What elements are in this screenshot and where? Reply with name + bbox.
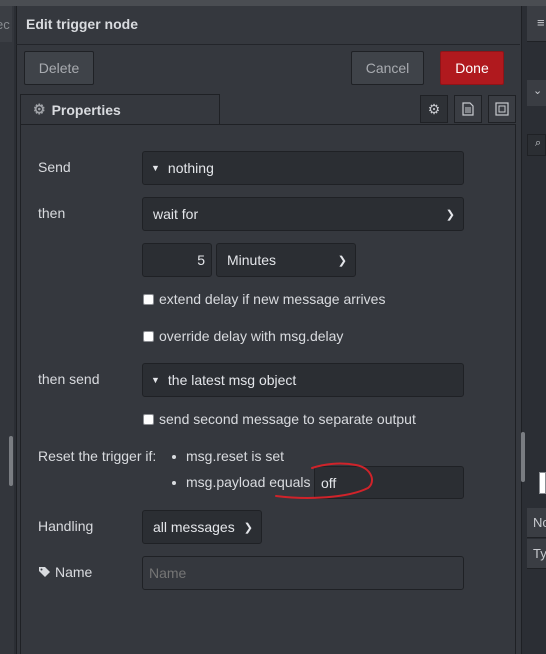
bullet	[172, 481, 176, 485]
gear-icon: ⚙	[33, 101, 46, 117]
tag-icon	[39, 567, 50, 577]
name-label: Name	[55, 564, 93, 580]
duration-input[interactable]: 5	[142, 243, 212, 277]
name-input[interactable]	[142, 556, 464, 590]
right-resize-handle[interactable]	[521, 432, 525, 482]
description-tab-document-icon[interactable]	[454, 95, 482, 123]
extend-delay-checkbox[interactable]	[143, 294, 154, 305]
send-value: nothing	[167, 160, 214, 176]
bullet	[172, 455, 176, 459]
tab-properties-label: Properties	[51, 101, 121, 118]
chevron-down-icon: ❯	[445, 208, 455, 221]
then-send-value: the latest msg object	[167, 372, 297, 388]
then-select[interactable]: wait for ❯	[142, 197, 464, 231]
list-icon: ≡	[537, 15, 545, 30]
handling-select[interactable]: all messages ❯	[142, 510, 262, 544]
sidebar-row: Ty	[527, 539, 546, 569]
sidebar-row: No	[527, 508, 546, 538]
caret-down-icon: ▼	[151, 375, 160, 385]
delete-button[interactable]: Delete	[24, 51, 94, 85]
done-button[interactable]: Done	[440, 51, 504, 85]
override-delay-label: override delay with msg.delay	[159, 328, 344, 344]
then-value: wait for	[153, 206, 199, 222]
left-resize-handle[interactable]	[9, 436, 13, 486]
then-send-label: then send	[38, 371, 100, 387]
name-label-group: Name	[38, 564, 92, 580]
chevron-down-icon: ❯	[337, 254, 347, 267]
duration-unit-select[interactable]: Minutes ❯	[216, 243, 356, 277]
second-output-checkbox[interactable]	[143, 414, 154, 425]
extend-delay-label: extend delay if new message arrives	[159, 291, 386, 307]
tab-properties[interactable]: ⚙ Properties	[20, 94, 220, 124]
handling-value: all messages	[153, 519, 235, 535]
search-icon: ⌕	[535, 137, 542, 149]
override-delay-checkbox[interactable]	[143, 331, 154, 342]
send-label: Send	[38, 159, 71, 175]
cancel-button[interactable]: Cancel	[351, 51, 424, 85]
sidebar-tab[interactable]: ≡	[527, 6, 546, 42]
left-workspace-edge	[0, 6, 14, 654]
chevron-down-icon: ❯	[243, 521, 253, 534]
second-output-label: send second message to separate output	[159, 411, 416, 427]
caret-down-icon: ▼	[151, 163, 160, 173]
send-type-dropdown[interactable]: ▼ nothing	[142, 151, 464, 185]
sidebar-dropdown-button[interactable]: ⌄	[527, 80, 546, 106]
then-send-dropdown[interactable]: ▼ the latest msg object	[142, 363, 464, 397]
title-divider	[16, 44, 520, 45]
left-workspace-tab[interactable]: ec	[0, 6, 12, 42]
settings-tab-gear-icon[interactable]: ⚙	[420, 95, 448, 123]
handling-label: Handling	[38, 518, 94, 534]
sidebar-checkbox[interactable]	[539, 472, 546, 494]
appearance-tab-frame-icon[interactable]	[488, 95, 516, 123]
chevron-down-icon: ⌄	[533, 85, 543, 97]
sidebar-search-input[interactable]: ⌕	[527, 134, 546, 156]
then-label: then	[38, 205, 66, 221]
left-tab-label: ec	[0, 17, 10, 32]
duration-unit-value: Minutes	[227, 252, 277, 268]
reset-label: Reset the trigger if:	[38, 448, 157, 464]
red-annotation-stroke	[275, 462, 373, 499]
dialog-title: Edit trigger node	[26, 16, 138, 32]
duration-value: 5	[197, 252, 205, 268]
